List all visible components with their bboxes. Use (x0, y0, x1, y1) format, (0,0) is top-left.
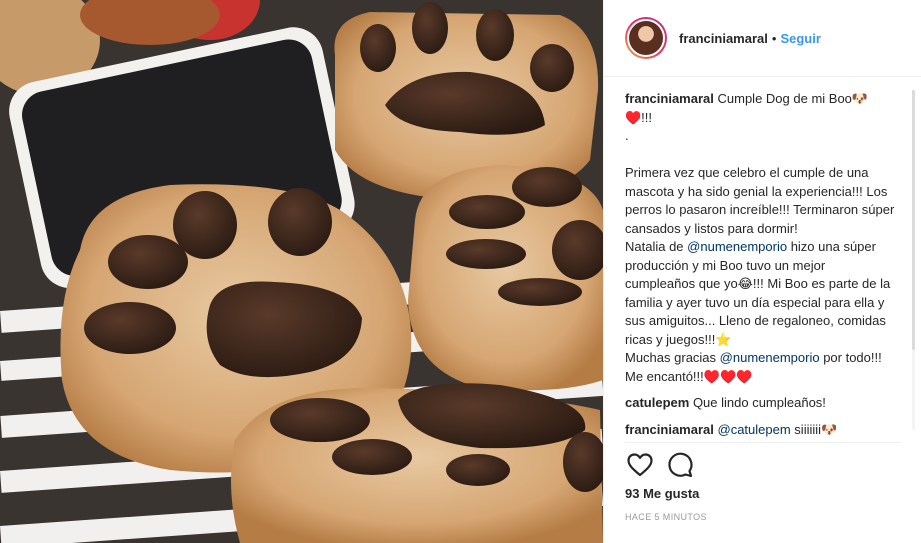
comments-scrollbar[interactable] (912, 90, 915, 430)
post-actions (625, 450, 705, 480)
comment-item: franciniamaral @catulepem siiiiiii🐶 (625, 421, 897, 440)
heart-icon (627, 453, 653, 477)
comment-text: Que lindo cumpleaños! (692, 395, 826, 410)
caption-mention[interactable]: @numenemporio (687, 239, 787, 254)
caption-text: Cumple Dog de mi Boo🐶 ♥️!!! . Primera ve… (625, 91, 895, 254)
comment-username[interactable]: catulepem (625, 395, 689, 410)
comment-mention[interactable]: @catulepem (718, 422, 791, 437)
header-separator: • (771, 30, 777, 46)
caption-text: hizo una súper producción y mi Boo tuvo … (625, 239, 891, 365)
post-caption: franciniamaral Cumple Dog de mi Boo🐶 ♥️!… (625, 90, 897, 386)
header-username[interactable]: franciniamaral (679, 31, 768, 46)
post-header: franciniamaral • Seguir (604, 0, 921, 77)
comment-text: siiiiiii🐶 (790, 421, 838, 437)
comments-list[interactable]: franciniamaral Cumple Dog de mi Boo🐶 ♥️!… (625, 90, 897, 442)
comment-item: catulepem Que lindo cumpleaños! (625, 394, 897, 413)
avatar-image (627, 19, 665, 57)
comment-button[interactable] (665, 450, 695, 480)
paw-cookies-image (0, 0, 603, 543)
caption-username[interactable]: franciniamaral (625, 91, 714, 106)
caption-mention[interactable]: @numenemporio (720, 350, 820, 365)
post-timestamp[interactable]: HACE 5 MINUTOS (625, 512, 707, 522)
post-side-panel: franciniamaral • Seguir franciniamaral C… (603, 0, 921, 543)
follow-button[interactable]: Seguir (780, 31, 820, 46)
post-photo[interactable] (0, 0, 603, 543)
like-button[interactable] (625, 450, 655, 480)
actions-divider (625, 442, 901, 443)
instagram-post: franciniamaral • Seguir franciniamaral C… (0, 0, 921, 543)
comment-username[interactable]: franciniamaral (625, 422, 714, 437)
avatar[interactable] (625, 17, 667, 59)
likes-count[interactable]: 93 Me gusta (625, 486, 699, 501)
comment-icon (668, 452, 693, 478)
